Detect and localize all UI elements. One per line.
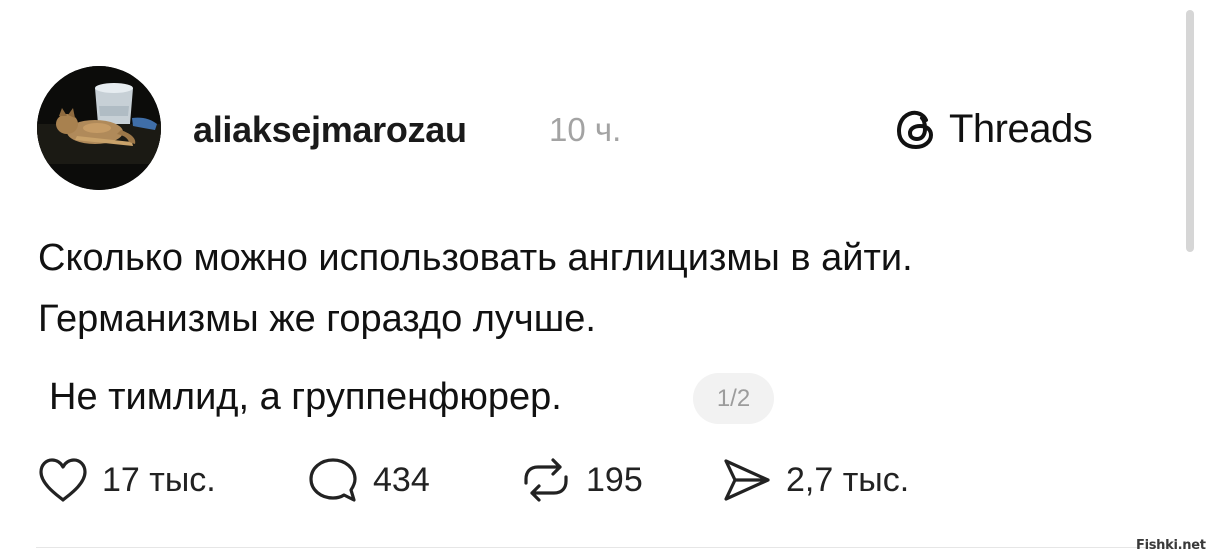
- threads-logo-icon: [896, 110, 934, 150]
- avatar-photo: [37, 66, 161, 190]
- like-count: 17 тыс.: [102, 461, 216, 499]
- reply-count: 434: [373, 461, 430, 499]
- speech-bubble-icon: [309, 458, 357, 502]
- post-text-line: Германизмы же гораздо лучше.: [38, 298, 596, 340]
- repost-icon: [524, 458, 568, 502]
- brand-name: Threads: [949, 107, 1093, 151]
- paper-plane-icon: [724, 459, 770, 501]
- threads-brand: Threads: [893, 104, 1093, 154]
- divider: [36, 547, 1170, 548]
- heart-icon: [39, 458, 87, 502]
- post-text-line: Не тимлид, а группенфюрер.: [49, 376, 562, 418]
- scrollbar[interactable]: [1186, 10, 1194, 252]
- repost-button[interactable]: 195: [520, 456, 643, 504]
- author-username[interactable]: aliaksejmarozau: [193, 108, 467, 152]
- page-indicator-badge: 1/2: [693, 373, 774, 424]
- reply-button[interactable]: 434: [307, 456, 430, 504]
- share-count: 2,7 тыс.: [786, 461, 910, 499]
- post-timestamp: 10 ч.: [549, 111, 622, 148]
- share-button[interactable]: 2,7 тыс.: [722, 456, 909, 504]
- like-button[interactable]: 17 тыс.: [38, 456, 216, 504]
- post-body: Сколько можно использовать англицизмы в …: [38, 228, 913, 350]
- avatar[interactable]: [37, 66, 161, 190]
- repost-count: 195: [586, 461, 643, 499]
- watermark: Fishki.net: [1136, 538, 1206, 553]
- post-text-line: Сколько можно использовать англицизмы в …: [38, 237, 913, 279]
